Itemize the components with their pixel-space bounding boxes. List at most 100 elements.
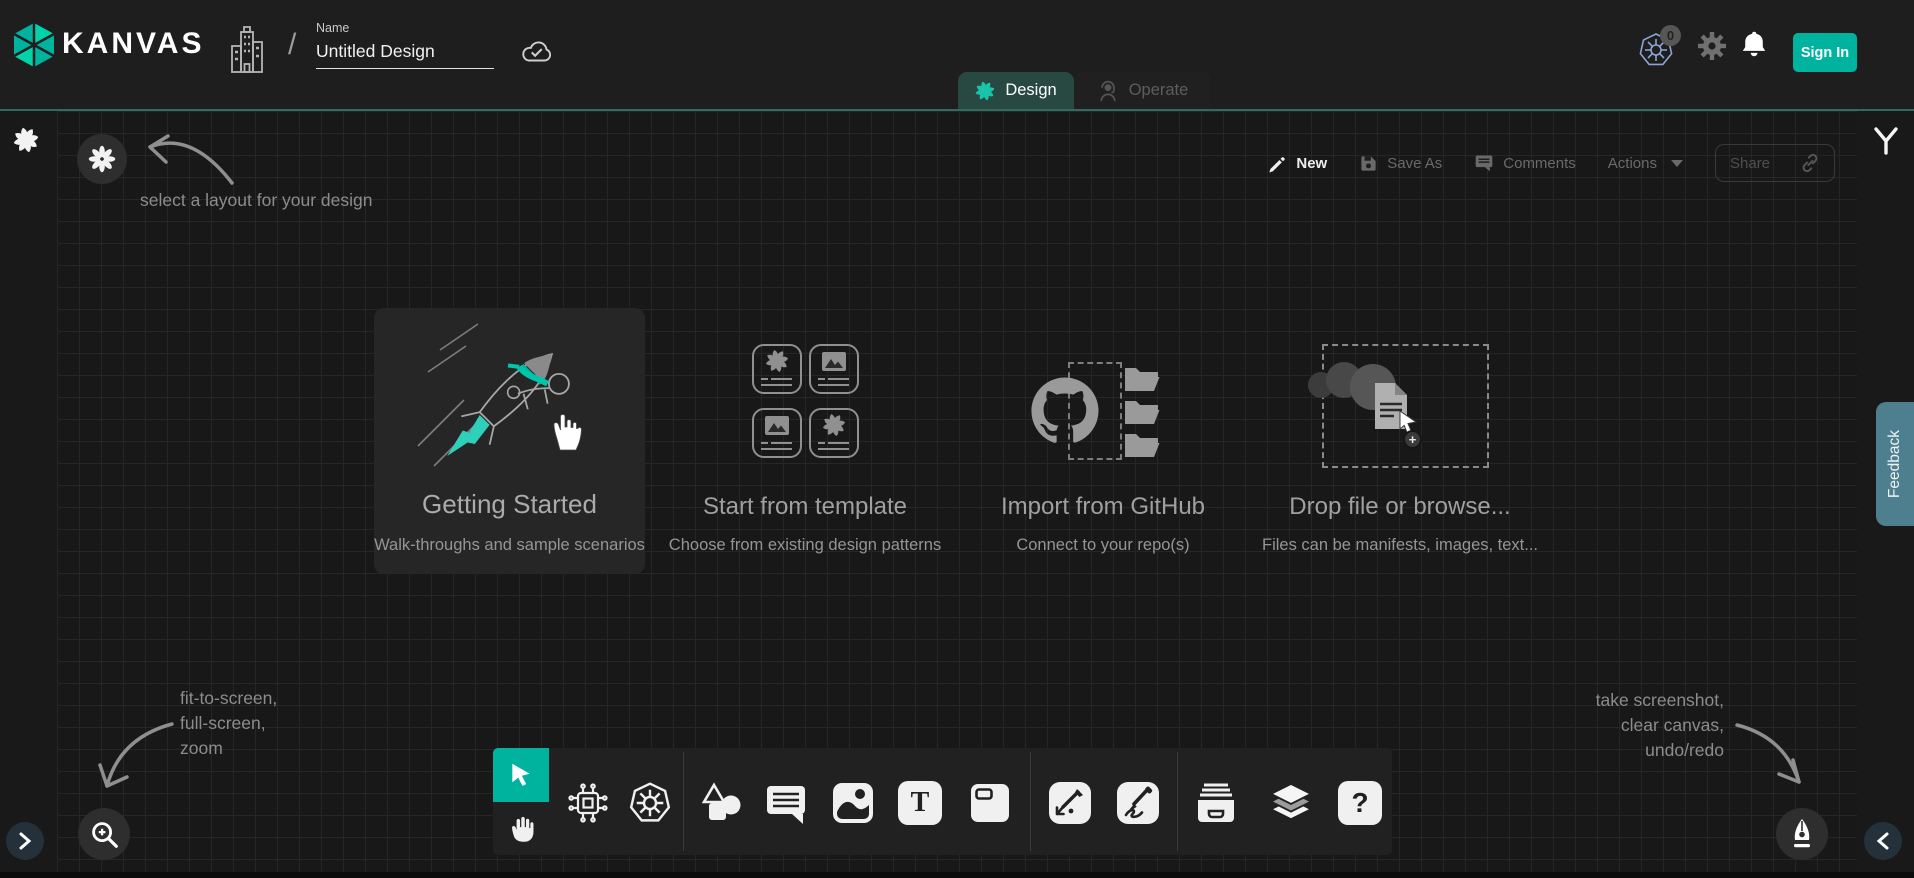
freehand-pencil-icon <box>1116 781 1160 825</box>
organization-building-icon[interactable] <box>228 26 266 74</box>
layout-flower-icon <box>88 145 116 173</box>
getting-started-card[interactable] <box>374 308 645 574</box>
text-tool-button[interactable]: T <box>898 781 942 825</box>
feedback-tab[interactable]: Feedback <box>1876 402 1914 526</box>
comments-button[interactable]: Comments <box>1474 153 1576 173</box>
kubernetes-context-count-badge: 0 <box>1660 25 1681 46</box>
select-cursor-icon <box>508 761 534 789</box>
chevron-left-icon <box>1875 831 1891 851</box>
kubernetes-wheel-icon <box>629 782 671 824</box>
rocket-doodle-illustration <box>392 314 627 489</box>
getting-started-subtitle: Walk-throughs and sample scenarios <box>368 536 651 555</box>
actions-label: Actions <box>1608 155 1657 172</box>
cloud-sync-status-icon <box>518 37 556 65</box>
pointer-hand-cursor-icon <box>550 412 584 454</box>
freehand-draw-tool-button[interactable] <box>1116 781 1160 825</box>
y-logo-icon[interactable] <box>1872 126 1900 156</box>
tab-operate[interactable]: Operate <box>1074 72 1211 109</box>
note-tool-button[interactable] <box>968 781 1012 825</box>
shapes-icon <box>701 782 743 824</box>
github-import-option[interactable] <box>1020 350 1180 470</box>
screenshot-pen-button[interactable] <box>1776 808 1828 860</box>
design-name-input[interactable] <box>316 41 494 69</box>
text-tool-glyph: T <box>898 781 942 825</box>
app-header: KANVAS / Name 0 <box>0 0 1914 111</box>
template-image-icon <box>822 352 846 371</box>
save-as-label: Save As <box>1387 155 1442 172</box>
design-actions-toolbar: New Save As Comments Actions Share <box>1268 144 1835 182</box>
settings-gear-icon[interactable] <box>1697 31 1727 61</box>
select-tool-button[interactable] <box>493 748 549 802</box>
drawer-archive-icon <box>1194 782 1238 824</box>
operate-tab-headset-icon <box>1097 80 1119 102</box>
actions-dropdown[interactable]: Actions <box>1608 155 1683 172</box>
collapse-right-panel-button[interactable] <box>1864 822 1902 860</box>
shapes-tool-button[interactable] <box>700 781 744 825</box>
comment-bubble-icon <box>765 781 807 825</box>
screenshot-hint-text: take screenshot, clear canvas, undo/redo <box>1484 688 1724 763</box>
edge-pen-icon <box>1048 781 1092 825</box>
template-thumb-design <box>752 344 802 394</box>
help-glyph: ? <box>1338 781 1382 825</box>
tab-operate-label: Operate <box>1129 81 1189 100</box>
tool-dock: T <box>493 748 1392 855</box>
design-tab-spiral-icon <box>975 81 995 101</box>
add-file-plus-badge: + <box>1403 430 1422 449</box>
save-as-button[interactable]: Save As <box>1359 154 1442 173</box>
template-spiral-icon <box>766 350 788 372</box>
comments-icon <box>1474 153 1494 173</box>
zoom-button[interactable] <box>78 808 130 860</box>
tab-design-label: Design <box>1005 81 1056 100</box>
repo-folder-icon <box>1124 398 1160 424</box>
dock-divider <box>683 752 684 851</box>
help-button[interactable]: ? <box>1338 781 1382 825</box>
edge-pen-tool-button[interactable] <box>1048 781 1092 825</box>
breadcrumb-separator: / <box>288 28 296 62</box>
feedback-label: Feedback <box>1886 430 1904 498</box>
pen-nib-icon <box>1786 817 1818 851</box>
chevron-down-icon <box>1671 160 1683 167</box>
import-drawer-button[interactable] <box>1194 781 1238 825</box>
brand-name: KANVAS <box>62 27 204 61</box>
pan-tool-button[interactable] <box>493 802 549 855</box>
comments-label: Comments <box>1503 155 1576 172</box>
dock-divider <box>1030 752 1031 851</box>
sign-in-button[interactable]: Sign In <box>1793 33 1857 72</box>
tab-design[interactable]: Design <box>958 72 1074 109</box>
github-subtitle: Connect to your repo(s) <box>1000 536 1206 555</box>
image-icon <box>832 782 874 824</box>
components-tool-button[interactable] <box>566 781 610 825</box>
magnifier-plus-icon <box>87 817 121 851</box>
kubernetes-tool-button[interactable] <box>628 781 672 825</box>
share-label: Share <box>1730 155 1770 172</box>
note-icon <box>970 783 1010 823</box>
expand-left-panel-button[interactable] <box>6 822 44 860</box>
layout-hint-text: select a layout for your design <box>140 188 373 213</box>
pan-hand-icon <box>506 814 536 844</box>
template-title: Start from template <box>665 493 945 521</box>
new-pencil-icon <box>1268 154 1287 173</box>
drop-file-title: Drop file or browse... <box>1268 493 1532 521</box>
repo-folder-icon <box>1124 431 1160 457</box>
github-title: Import from GitHub <box>1000 493 1206 521</box>
design-name-label: Name <box>316 21 349 35</box>
left-rail <box>0 111 57 872</box>
share-link-icon <box>1800 153 1820 173</box>
image-tool-button[interactable] <box>831 781 875 825</box>
meshery-spiral-icon[interactable] <box>13 127 39 153</box>
components-chip-icon <box>568 783 608 823</box>
template-option[interactable] <box>740 336 870 466</box>
drop-file-option[interactable]: + <box>1290 340 1510 475</box>
comment-tool-button[interactable] <box>764 781 808 825</box>
template-subtitle: Choose from existing design patterns <box>662 536 948 555</box>
new-design-button[interactable]: New <box>1268 154 1327 173</box>
layout-selector-button[interactable] <box>77 134 127 184</box>
zoom-hint-text: fit-to-screen, full-screen, zoom <box>180 686 277 761</box>
github-octocat-icon <box>1030 376 1100 446</box>
getting-started-title: Getting Started <box>374 489 645 520</box>
layers-icon <box>1269 781 1313 825</box>
notifications-bell-icon[interactable] <box>1740 29 1768 61</box>
layers-button[interactable] <box>1269 781 1313 825</box>
share-button[interactable]: Share <box>1715 144 1835 182</box>
template-image-icon <box>765 416 789 435</box>
